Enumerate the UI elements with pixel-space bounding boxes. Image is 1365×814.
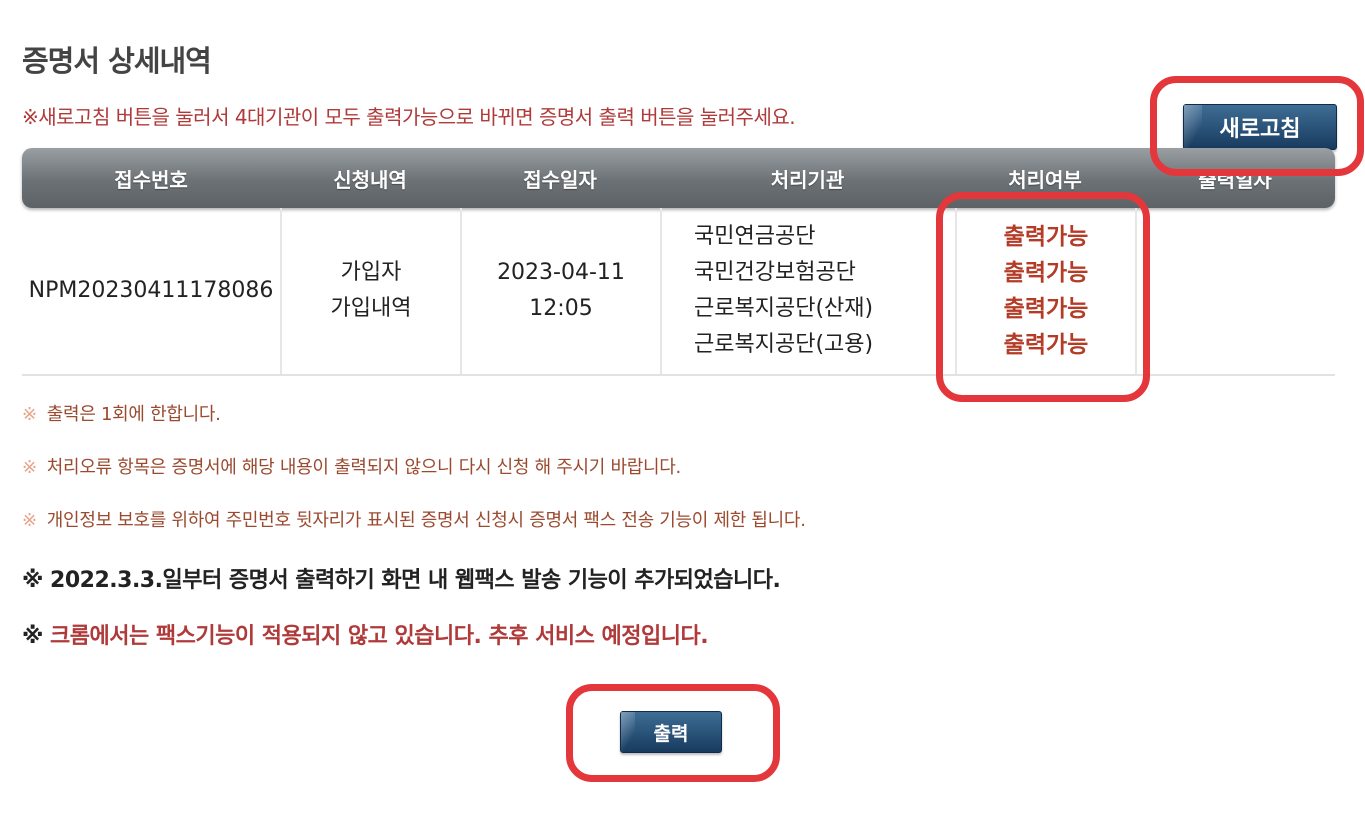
- chrome-notice-text: 크롬에서는 팩스기능이 적용되지 않고 있습니다. 추후 서비스 예정입니다.: [50, 624, 709, 649]
- status-highlight-box: [936, 192, 1150, 402]
- receipt-date: 2023-04-11: [497, 260, 625, 285]
- note-text: 처리오류 항목은 증명서에 해당 내용이 출력되지 않으니 다시 신청 해 주시…: [46, 457, 681, 478]
- print-date-cell: [1137, 208, 1335, 374]
- header-receipt-date: 접수일자: [523, 167, 597, 192]
- column-divider: [660, 208, 662, 374]
- refresh-highlight-box: [1150, 76, 1364, 176]
- header-status: 처리여부: [1008, 167, 1082, 192]
- note-mark: ※: [22, 510, 37, 531]
- refresh-notice: ※새로고침 버튼을 눌러서 4대기관이 모두 출력가능으로 바뀌면 증명서 출력…: [22, 105, 796, 129]
- note-mark: ※: [22, 404, 37, 425]
- receipt-time: 12:05: [529, 296, 593, 321]
- page-title: 증명서 상세내역: [22, 44, 212, 78]
- chrome-notice-mark: ※: [22, 624, 51, 649]
- agency-item: 국민건강보험공단: [694, 260, 856, 285]
- agency-item: 근로복지공단(고용): [694, 332, 874, 357]
- request-line-2: 가입내역: [330, 296, 412, 321]
- header-request: 신청내역: [333, 167, 407, 192]
- note-item: ※ 처리오류 항목은 증명서에 해당 내용이 출력되지 않으니 다시 신청 해 주…: [22, 453, 681, 479]
- request-cell: 가입자 가입내역: [282, 208, 460, 374]
- note-text: 출력은 1회에 한합니다.: [46, 404, 221, 425]
- note-mark: ※: [22, 457, 37, 478]
- receipt-date-cell: 2023-04-11 12:05: [462, 208, 660, 374]
- header-agency: 처리기관: [770, 167, 845, 192]
- receipt-number-cell: NPM20230411178086: [22, 208, 280, 374]
- agency-item: 근로복지공단(산재): [694, 296, 874, 321]
- receipt-number: NPM20230411178086: [28, 278, 274, 303]
- chrome-fax-notice: ※ 크롬에서는 팩스기능이 적용되지 않고 있습니다. 추후 서비스 예정입니다…: [22, 618, 709, 650]
- header-receipt-no: 접수번호: [114, 167, 188, 192]
- agency-cell: 국민연금공단 국민건강보험공단 근로복지공단(산재) 근로복지공단(고용): [694, 208, 954, 374]
- note-item: ※ 개인정보 보호를 위하여 주민번호 뒷자리가 표시된 증명서 신청시 증명서 …: [22, 506, 806, 532]
- fax-feature-notice: ※ 2022.3.3.일부터 증명서 출력하기 화면 내 웹팩스 발송 기능이 …: [22, 568, 781, 593]
- note-text: 개인정보 보호를 위하여 주민번호 뒷자리가 표시된 증명서 신청시 증명서 팩…: [46, 510, 806, 531]
- print-highlight-box: [566, 684, 780, 782]
- agency-item: 국민연금공단: [694, 224, 816, 249]
- note-item: ※ 출력은 1회에 한합니다.: [22, 400, 221, 426]
- request-line-1: 가입자: [340, 260, 402, 285]
